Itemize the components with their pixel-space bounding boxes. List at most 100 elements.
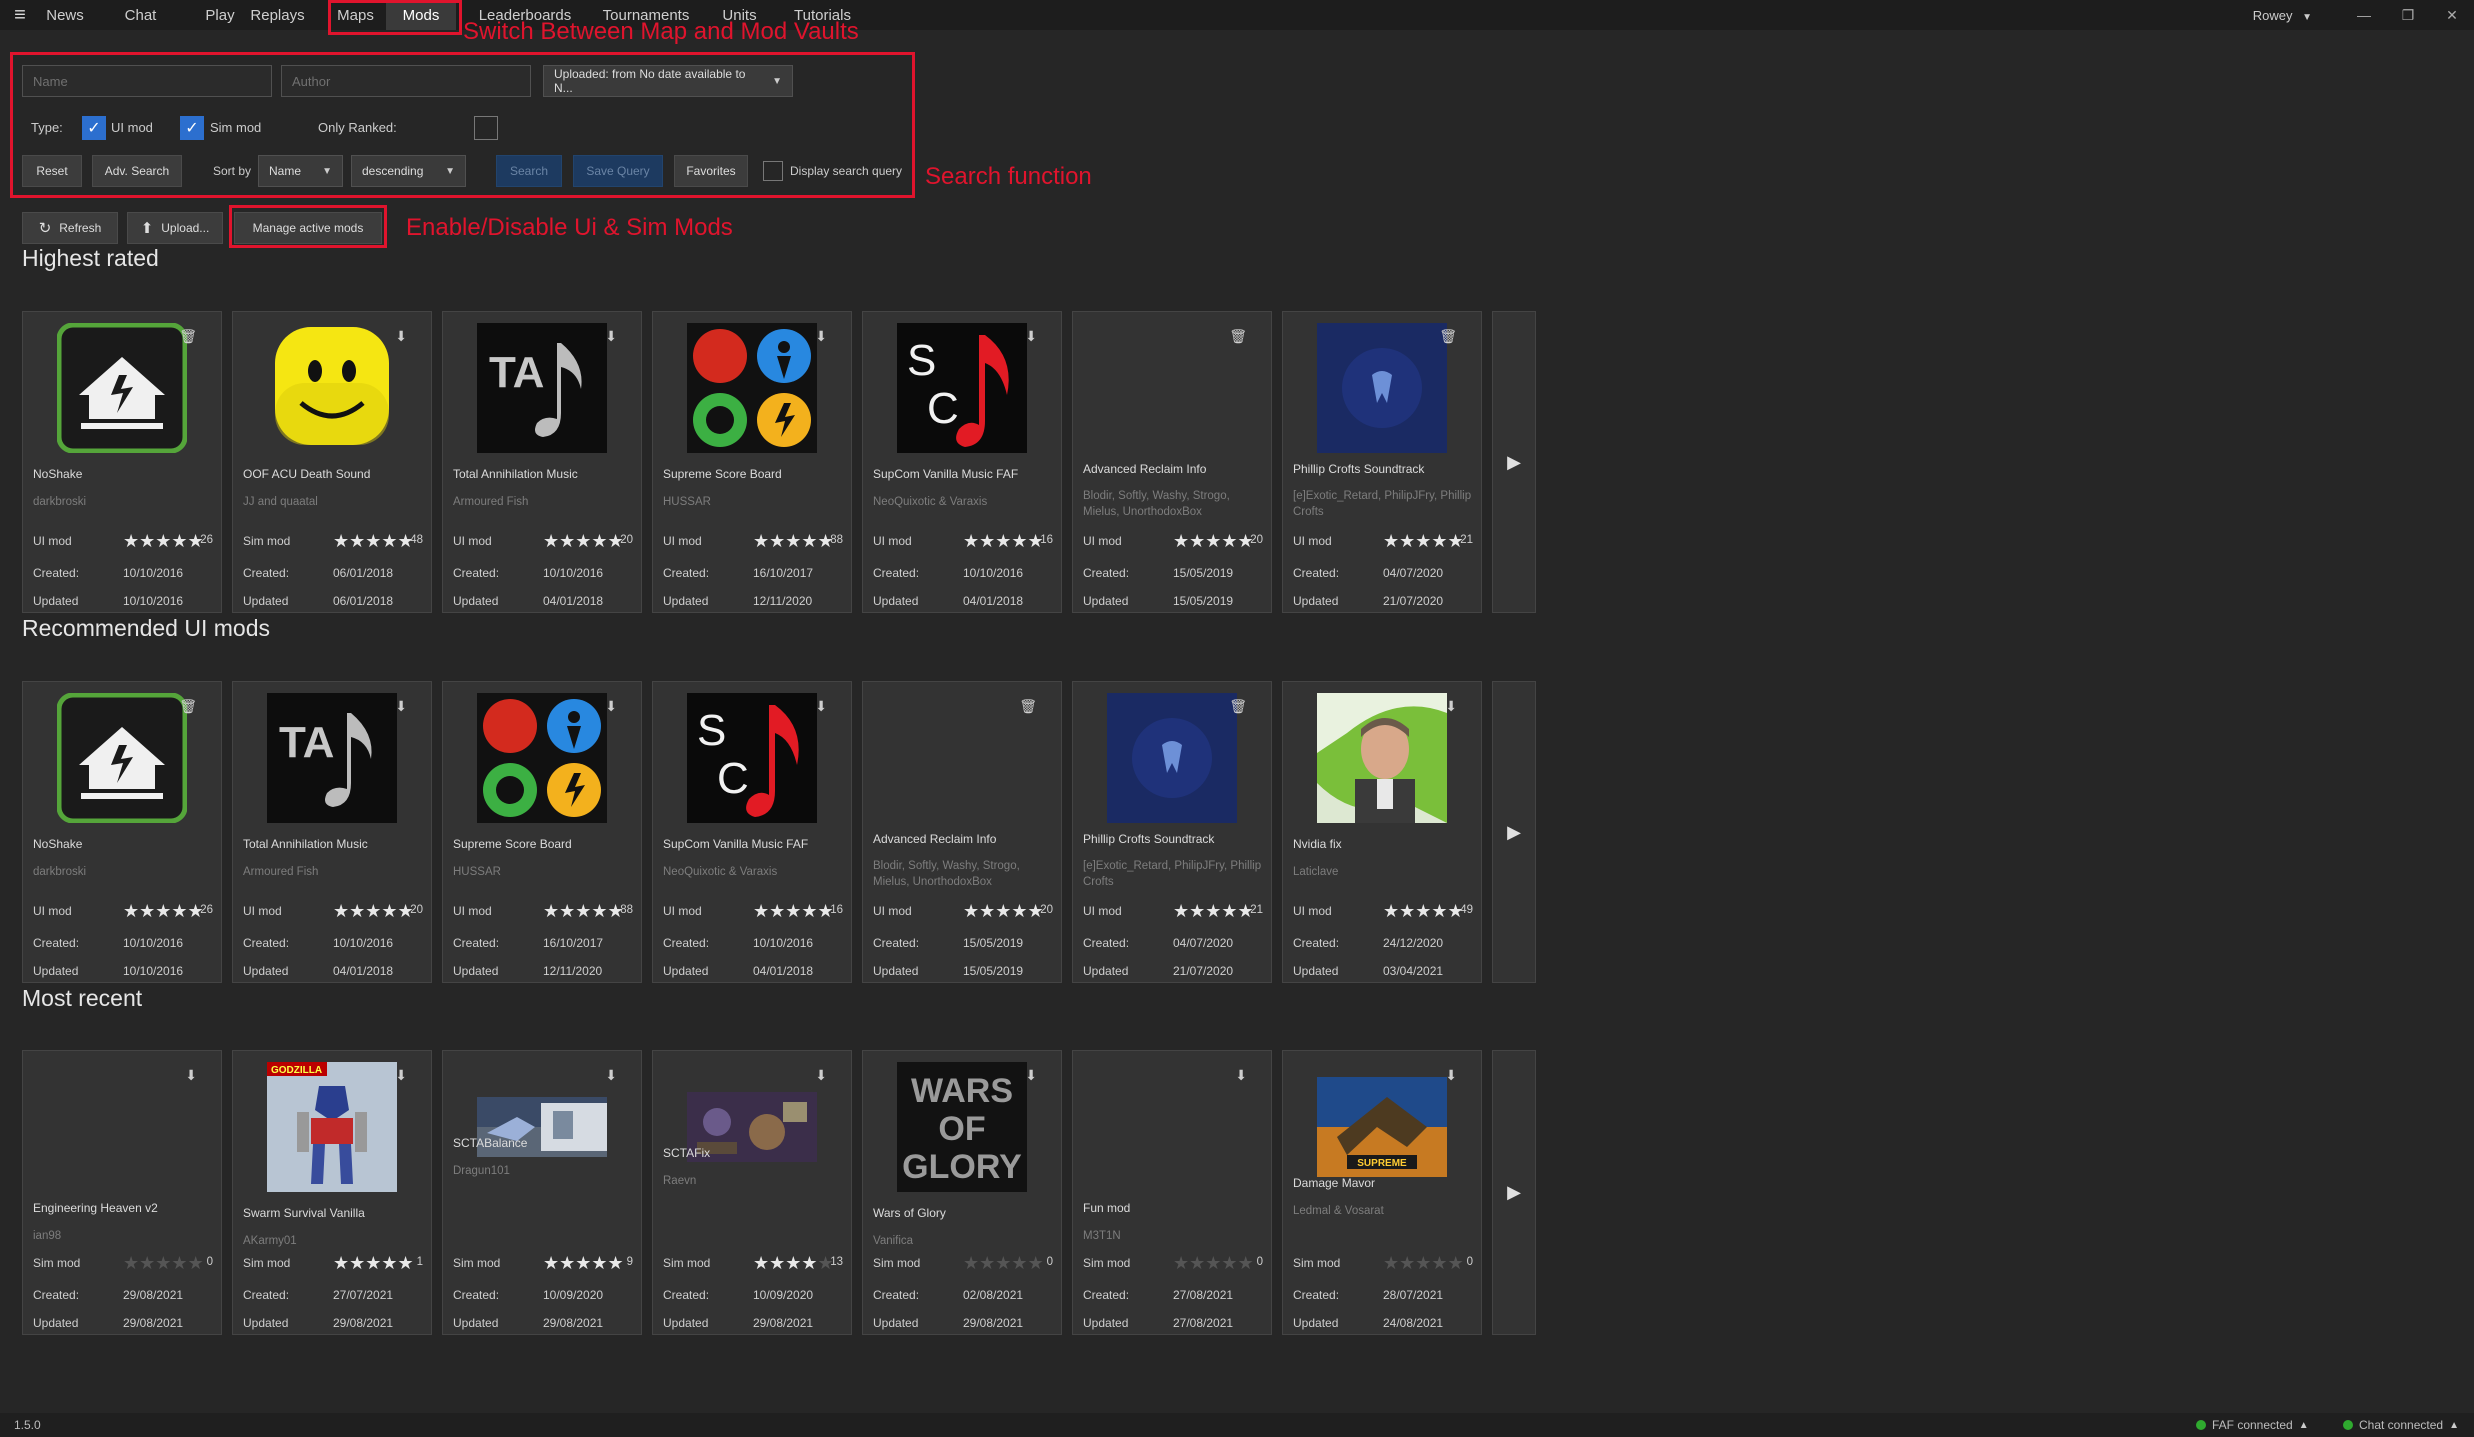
next-page-button[interactable]: ▶ bbox=[1492, 681, 1536, 983]
mod-card[interactable]: 🗑 Advanced Reclaim Info Blodir, Softly, … bbox=[1072, 311, 1272, 613]
trash-icon[interactable]: 🗑 bbox=[179, 328, 197, 345]
mod-card[interactable]: 🗑 Phillip Crofts Soundtrack [e]Exotic_Re… bbox=[1282, 311, 1482, 613]
refresh-icon: ↻ bbox=[38, 220, 52, 237]
user-menu[interactable]: Rowey ▼ bbox=[2253, 8, 2312, 23]
mod-type: Sim mod bbox=[1293, 1256, 1341, 1270]
reset-button[interactable]: Reset bbox=[22, 155, 82, 187]
mod-card[interactable]: SC ⬇ SupCom Vanilla Music FAF NeoQuixoti… bbox=[652, 681, 852, 983]
manage-active-mods-button[interactable]: Manage active mods bbox=[234, 212, 382, 244]
svg-text:OF: OF bbox=[938, 1110, 985, 1148]
uploaded-date-select[interactable]: Uploaded: from No date available to N...… bbox=[543, 65, 793, 97]
mod-type: Sim mod bbox=[243, 1256, 291, 1270]
mod-card[interactable]: WARS OF GLORY ⬇ Wars of Glory Vanifica Sim… bbox=[862, 1050, 1062, 1335]
chat-connection-status[interactable]: Chat connected ▲ bbox=[2343, 1418, 2459, 1432]
download-icon[interactable]: ⬇ bbox=[1445, 1067, 1457, 1084]
ui-mod-label: UI mod bbox=[111, 120, 153, 135]
mod-card[interactable]: TA ⬇ Total Annihilation Music Armoured F… bbox=[232, 681, 432, 983]
trash-icon[interactable]: 🗑 bbox=[1229, 328, 1247, 345]
svg-text:C: C bbox=[927, 384, 959, 433]
download-icon[interactable]: ⬇ bbox=[1235, 1067, 1247, 1084]
refresh-button[interactable]: ↻ Refresh bbox=[22, 212, 118, 244]
sort-field-value: Name bbox=[269, 164, 302, 178]
download-icon[interactable]: ⬇ bbox=[1445, 698, 1457, 715]
download-icon[interactable]: ⬇ bbox=[395, 328, 407, 345]
updated-date: 10/10/2016 bbox=[123, 594, 184, 608]
mod-card[interactable]: ⬇ OOF ACU Death Sound JJ and quaatal Sim… bbox=[232, 311, 432, 613]
created-date: 10/10/2016 bbox=[123, 936, 184, 950]
trash-icon[interactable]: 🗑 bbox=[179, 698, 197, 715]
mod-author: AKarmy01 bbox=[243, 1235, 297, 1247]
mod-card[interactable]: ⬇ Supreme Score Board HUSSAR UI mod ★★★★… bbox=[652, 311, 852, 613]
mod-card[interactable]: ⬇ Nvidia fix Laticlave UI mod ★★★★★ 49 C… bbox=[1282, 681, 1482, 983]
restore-icon[interactable]: ❐ bbox=[2386, 7, 2430, 24]
ui-mod-checkbox[interactable]: ✓ bbox=[82, 116, 106, 140]
mod-card[interactable]: GODZILLA ⬇ Swarm Survival Vanilla AKarmy… bbox=[232, 1050, 432, 1335]
adv-search-button[interactable]: Adv. Search bbox=[92, 155, 182, 187]
mod-card[interactable]: 🗑 Advanced Reclaim Info Blodir, Softly, … bbox=[862, 681, 1062, 983]
mod-thumbnail bbox=[57, 693, 187, 823]
download-icon[interactable]: ⬇ bbox=[395, 698, 407, 715]
only-ranked-checkbox[interactable] bbox=[474, 116, 498, 140]
mod-card[interactable]: 🗑 Phillip Crofts Soundtrack [e]Exotic_Re… bbox=[1072, 681, 1272, 983]
mod-thumbnail bbox=[57, 323, 187, 453]
sort-field-select[interactable]: Name ▼ bbox=[258, 155, 343, 187]
download-icon[interactable]: ⬇ bbox=[395, 1067, 407, 1084]
author-input[interactable] bbox=[281, 65, 531, 97]
save-query-button[interactable]: Save Query bbox=[573, 155, 663, 187]
created-date: 10/10/2016 bbox=[123, 566, 184, 580]
nav-tab-chat[interactable]: Chat bbox=[113, 0, 168, 30]
sim-mod-checkbox[interactable]: ✓ bbox=[180, 116, 204, 140]
download-icon[interactable]: ⬇ bbox=[815, 698, 827, 715]
download-icon[interactable]: ⬇ bbox=[605, 698, 617, 715]
upload-button[interactable]: ⬆ Upload... bbox=[127, 212, 223, 244]
mod-card[interactable]: 🗑 NoShake darkbroski UI mod ★★★★★ 26 Cre… bbox=[22, 681, 222, 983]
nav-tab-news[interactable]: News bbox=[38, 0, 92, 30]
download-icon[interactable]: ⬇ bbox=[185, 1067, 197, 1084]
download-icon[interactable]: ⬇ bbox=[815, 1067, 827, 1084]
rating-stars: ★★★★★ bbox=[543, 1253, 624, 1273]
download-icon[interactable]: ⬇ bbox=[1025, 1067, 1037, 1084]
next-page-button[interactable]: ▶ bbox=[1492, 1050, 1536, 1335]
review-count: 21 bbox=[1250, 904, 1263, 916]
rating-stars: ★★★★★ bbox=[333, 1253, 414, 1273]
search-button[interactable]: Search bbox=[496, 155, 562, 187]
mod-card[interactable]: ⬇ Supreme Score Board HUSSAR UI mod ★★★★… bbox=[442, 681, 642, 983]
created-date: 02/08/2021 bbox=[963, 1288, 1024, 1302]
svg-text:SUPREME: SUPREME bbox=[1357, 1158, 1407, 1169]
download-icon[interactable]: ⬇ bbox=[605, 1067, 617, 1084]
mod-card[interactable]: ⬇ Engineering Heaven v2 ian98 Sim mod ★★… bbox=[22, 1050, 222, 1335]
mod-card[interactable]: TA ⬇ Total Annihilation Music Armoured F… bbox=[442, 311, 642, 613]
faf-connection-status[interactable]: FAF connected ▲ bbox=[2196, 1418, 2309, 1432]
download-icon[interactable]: ⬇ bbox=[815, 328, 827, 345]
mod-card[interactable]: ⬇ SCTABalance Dragun101 Sim mod ★★★★★ 9 … bbox=[442, 1050, 642, 1335]
mod-thumbnail: TA bbox=[477, 323, 607, 453]
name-input[interactable] bbox=[22, 65, 272, 97]
next-page-button[interactable]: ▶ bbox=[1492, 311, 1536, 613]
mod-card[interactable]: SC ⬇ SupCom Vanilla Music FAF NeoQuixoti… bbox=[862, 311, 1062, 613]
mod-card[interactable]: SUPREME ⬇ Damage Mavor Ledmal & Vosarat … bbox=[1282, 1050, 1482, 1335]
favorites-button[interactable]: Favorites bbox=[674, 155, 748, 187]
trash-icon[interactable]: 🗑 bbox=[1019, 698, 1037, 715]
close-icon[interactable]: ✕ bbox=[2430, 7, 2474, 24]
trash-icon[interactable]: 🗑 bbox=[1439, 328, 1457, 345]
mod-card[interactable]: ⬇ SCTAFix Raevn Sim mod ★★★★★ 13 Created… bbox=[652, 1050, 852, 1335]
display-query-checkbox[interactable] bbox=[763, 161, 783, 181]
mod-card[interactable]: 🗑 NoShake darkbroski UI mod ★★★★★ 26 Cre… bbox=[22, 311, 222, 613]
updated-date: 29/08/2021 bbox=[123, 1316, 184, 1330]
mod-card[interactable]: ⬇ Fun mod M3T1N Sim mod ★★★★★ 0 Created:… bbox=[1072, 1050, 1272, 1335]
nav-tab-replays[interactable]: Replays bbox=[238, 0, 317, 30]
hamburger-menu-icon[interactable]: ≡ bbox=[0, 0, 40, 30]
trash-icon[interactable]: 🗑 bbox=[1229, 698, 1247, 715]
download-icon[interactable]: ⬇ bbox=[605, 328, 617, 345]
updated-label: Updated bbox=[663, 1316, 709, 1330]
review-count: 26 bbox=[200, 904, 213, 916]
updated-label: Updated bbox=[873, 964, 919, 978]
mod-type: UI mod bbox=[663, 534, 702, 548]
review-count: 21 bbox=[1460, 534, 1473, 546]
mod-type: UI mod bbox=[663, 904, 702, 918]
minimize-icon[interactable]: — bbox=[2342, 7, 2386, 23]
download-icon[interactable]: ⬇ bbox=[1025, 328, 1037, 345]
sort-order-select[interactable]: descending ▼ bbox=[351, 155, 466, 187]
mod-thumbnail bbox=[1107, 693, 1237, 823]
mod-type: UI mod bbox=[33, 534, 72, 548]
